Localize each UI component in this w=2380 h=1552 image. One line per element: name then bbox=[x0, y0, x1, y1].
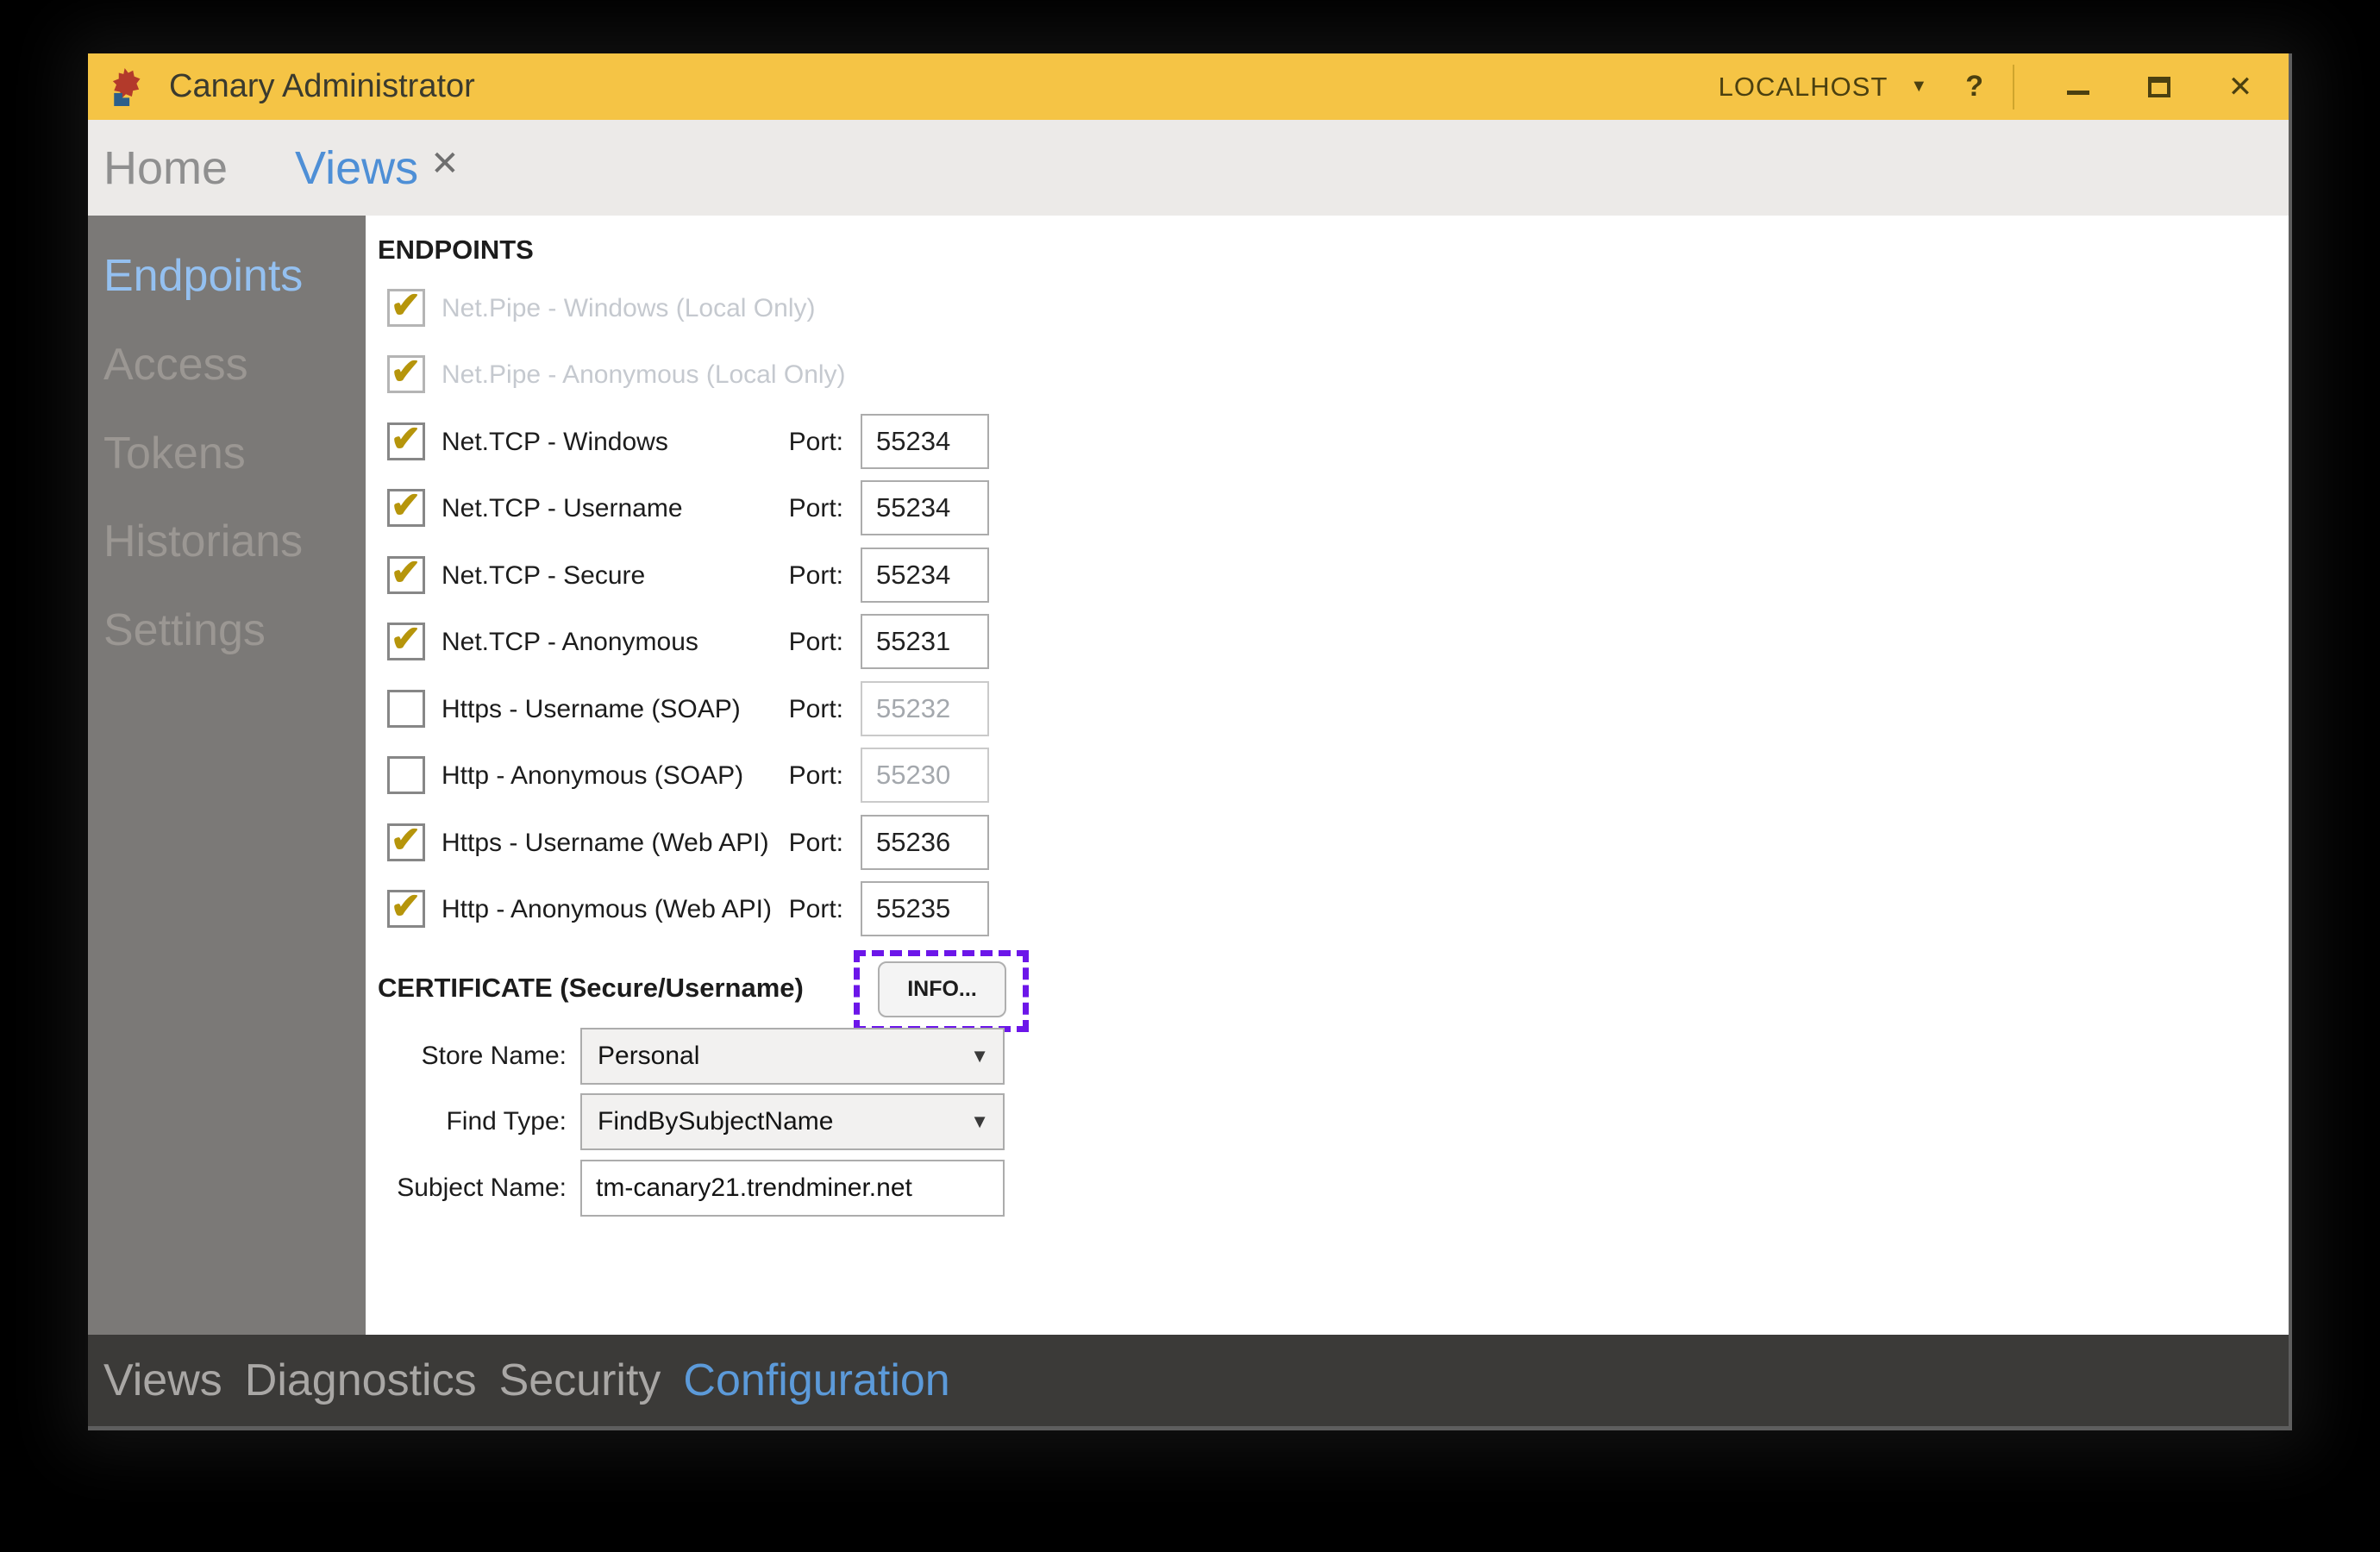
port-label: Port: bbox=[711, 676, 843, 742]
tab-home[interactable]: Home bbox=[103, 141, 228, 195]
port-input[interactable] bbox=[861, 815, 989, 870]
subject-name-field bbox=[580, 1160, 1005, 1217]
endpoint-label: Net.TCP - Username bbox=[442, 475, 683, 541]
endpoint-label: Net.Pipe - Anonymous (Local Only) bbox=[442, 341, 846, 408]
endpoint-checkbox[interactable]: ✔ bbox=[387, 289, 425, 327]
endpoint-label: Net.Pipe - Windows (Local Only) bbox=[442, 275, 815, 341]
port-input[interactable] bbox=[861, 748, 989, 803]
endpoint-row: ✔ Http - Anonymous (SOAP) Port: bbox=[366, 742, 1400, 809]
maximize-button[interactable] bbox=[2142, 70, 2176, 104]
check-icon: ✔ bbox=[391, 420, 421, 458]
endpoint-label: Http - Anonymous (SOAP) bbox=[442, 742, 743, 809]
store-name-label: Store Name: bbox=[366, 1028, 567, 1085]
endpoint-label: Net.TCP - Windows bbox=[442, 409, 668, 475]
port-input[interactable] bbox=[861, 881, 989, 936]
endpoint-checkbox[interactable]: ✔ bbox=[387, 756, 425, 794]
check-icon: ✔ bbox=[391, 353, 421, 391]
bottom-nav-diagnostics[interactable]: Diagnostics bbox=[245, 1355, 477, 1406]
port-label: Port: bbox=[711, 742, 843, 809]
tab-close-icon[interactable]: ✕ bbox=[430, 144, 460, 184]
endpoint-row: ✔ Net.Pipe - Anonymous (Local Only) bbox=[366, 341, 1400, 408]
tab-views[interactable]: Views bbox=[295, 141, 418, 195]
chevron-down-icon[interactable]: ▼ bbox=[1910, 77, 1927, 97]
find-type-value: FindBySubjectName bbox=[598, 1095, 833, 1148]
sidebar-item-endpoints[interactable]: Endpoints bbox=[103, 245, 366, 309]
port-input[interactable] bbox=[861, 414, 989, 469]
endpoint-checkbox[interactable]: ✔ bbox=[387, 556, 425, 594]
port-input[interactable] bbox=[861, 614, 989, 669]
minimize-icon bbox=[2067, 91, 2089, 95]
sidebar-item-historians[interactable]: Historians bbox=[103, 510, 366, 574]
endpoint-label: Net.TCP - Secure bbox=[442, 542, 645, 609]
bottom-nav-bar: Views Diagnostics Security Configuration bbox=[88, 1335, 2289, 1426]
port-label: Port: bbox=[711, 475, 843, 541]
check-icon: ✔ bbox=[391, 887, 421, 925]
port-label: Port: bbox=[711, 542, 843, 609]
check-icon: ✔ bbox=[391, 486, 421, 524]
sidebar-item-tokens[interactable]: Tokens bbox=[103, 422, 366, 486]
endpoint-row: ✔ Http - Anonymous (Web API) Port: bbox=[366, 876, 1400, 942]
port-label: Port: bbox=[711, 609, 843, 675]
dropdown-arrow-icon: ▼ bbox=[970, 1111, 989, 1133]
close-button[interactable]: ✕ bbox=[2223, 70, 2258, 104]
sidebar-item-access[interactable]: Access bbox=[103, 334, 366, 397]
store-name-select[interactable]: Personal ▼ bbox=[580, 1028, 1005, 1085]
tab-strip: Home Views ✕ bbox=[88, 120, 2289, 216]
check-icon: ✔ bbox=[391, 821, 421, 859]
dropdown-arrow-icon: ▼ bbox=[970, 1045, 989, 1067]
info-button[interactable]: INFO... bbox=[878, 961, 1006, 1017]
endpoint-checkbox[interactable]: ✔ bbox=[387, 422, 425, 460]
find-type-select[interactable]: FindBySubjectName ▼ bbox=[580, 1093, 1005, 1150]
endpoint-row: ✔ Net.TCP - Username Port: bbox=[366, 475, 1400, 541]
bottom-nav-views[interactable]: Views bbox=[103, 1355, 222, 1406]
endpoints-heading: ENDPOINTS bbox=[378, 235, 534, 266]
endpoint-label: Https - Username (SOAP) bbox=[442, 676, 741, 742]
server-selector[interactable]: LOCALHOST bbox=[1719, 72, 1888, 103]
subject-name-input[interactable] bbox=[582, 1161, 1003, 1215]
subject-name-label: Subject Name: bbox=[366, 1160, 567, 1217]
title-bar: Canary Administrator LOCALHOST ▼ ? ✕ bbox=[88, 53, 2289, 120]
close-icon: ✕ bbox=[2228, 72, 2253, 102]
endpoint-checkbox[interactable]: ✔ bbox=[387, 489, 425, 527]
endpoint-checkbox[interactable]: ✔ bbox=[387, 823, 425, 861]
endpoint-row: ✔ Https - Username (SOAP) Port: bbox=[366, 676, 1400, 742]
port-label: Port: bbox=[711, 876, 843, 942]
bottom-nav-configuration[interactable]: Configuration bbox=[683, 1355, 949, 1406]
find-type-label: Find Type: bbox=[366, 1093, 567, 1150]
port-input[interactable] bbox=[861, 480, 989, 535]
endpoint-row: ✔ Net.TCP - Windows Port: bbox=[366, 409, 1400, 475]
endpoint-checkbox[interactable]: ✔ bbox=[387, 355, 425, 393]
sidebar: Endpoints Access Tokens Historians Setti… bbox=[88, 216, 366, 1335]
check-icon: ✔ bbox=[391, 286, 421, 324]
sidebar-item-settings[interactable]: Settings bbox=[103, 599, 366, 663]
port-input[interactable] bbox=[861, 681, 989, 736]
minimize-button[interactable] bbox=[2061, 70, 2095, 104]
app-logo-icon bbox=[107, 66, 145, 108]
endpoint-row: ✔ Net.TCP - Anonymous Port: bbox=[366, 609, 1400, 675]
main-content: ENDPOINTS ✔ Net.Pipe - Windows (Local On… bbox=[366, 216, 2289, 1335]
maximize-icon bbox=[2148, 77, 2170, 97]
endpoint-row: ✔ Net.Pipe - Windows (Local Only) bbox=[366, 275, 1400, 341]
certificate-heading: CERTIFICATE (Secure/Username) bbox=[378, 973, 804, 1004]
help-button[interactable]: ? bbox=[1965, 70, 1983, 103]
app-window: Canary Administrator LOCALHOST ▼ ? ✕ Hom… bbox=[88, 53, 2292, 1430]
check-icon: ✔ bbox=[391, 554, 421, 591]
store-name-value: Personal bbox=[598, 1029, 699, 1083]
check-icon: ✔ bbox=[391, 620, 421, 658]
endpoint-row: ✔ Net.TCP - Secure Port: bbox=[366, 542, 1400, 609]
app-title: Canary Administrator bbox=[169, 68, 475, 105]
endpoint-checkbox[interactable]: ✔ bbox=[387, 890, 425, 928]
endpoint-checkbox[interactable]: ✔ bbox=[387, 623, 425, 660]
port-label: Port: bbox=[711, 810, 843, 876]
endpoint-label: Net.TCP - Anonymous bbox=[442, 609, 698, 675]
endpoint-checkbox[interactable]: ✔ bbox=[387, 690, 425, 728]
port-input[interactable] bbox=[861, 548, 989, 603]
bottom-nav-security[interactable]: Security bbox=[499, 1355, 661, 1406]
endpoint-row: ✔ Https - Username (Web API) Port: bbox=[366, 810, 1400, 876]
port-label: Port: bbox=[711, 409, 843, 475]
titlebar-separator bbox=[2013, 65, 2014, 110]
